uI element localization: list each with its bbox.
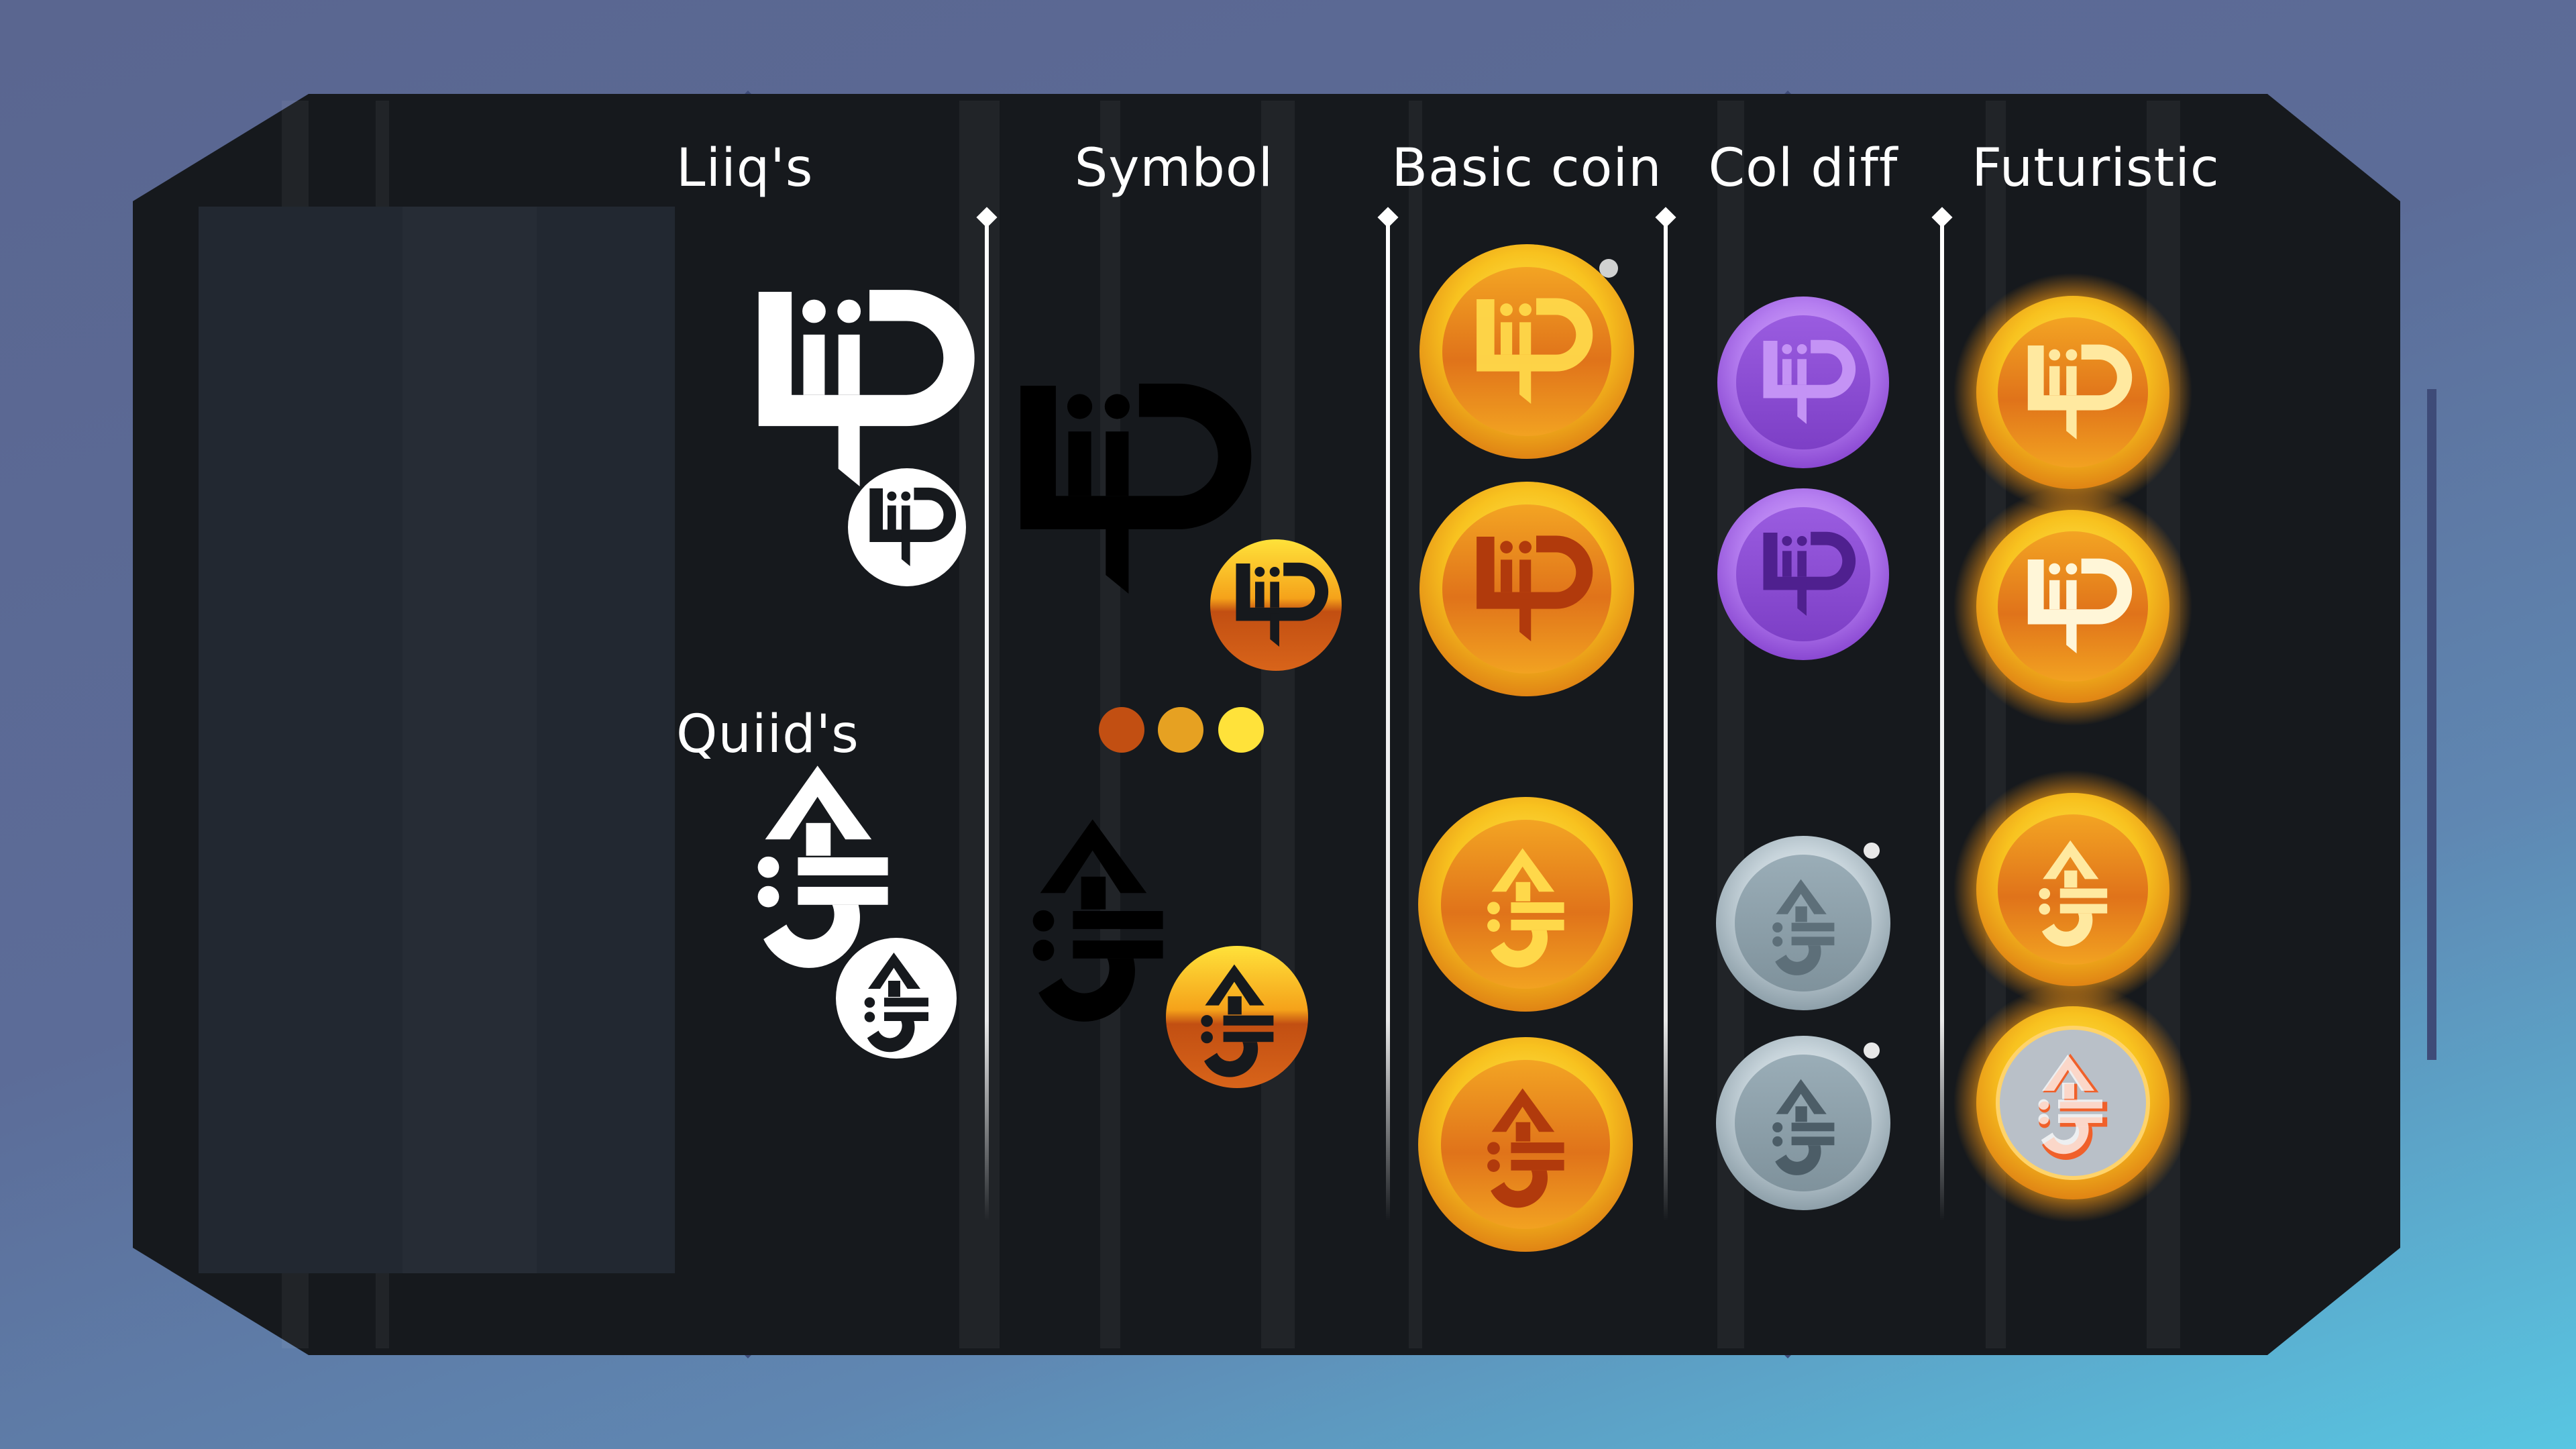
header-symbol: Symbol [1074,138,1274,199]
basic-coin-liiq-1 [1419,244,1634,459]
color-swatch-dots [1099,707,1264,753]
purple-coin-liiq-1 [1717,297,1889,468]
quiid-badge-white [836,938,957,1059]
swatch-dark-orange [1099,707,1144,753]
swatch-yellow [1218,707,1264,753]
purple-coin-liiq-2 [1717,488,1889,660]
futuristic-coin-quiid-1 [1953,770,2192,1009]
futuristic-coin-liiq-2 [1953,487,2192,726]
liiq-symbol-badge [1210,539,1342,671]
header-liiqs: Liiq's [676,138,814,199]
basic-coin-liiq-2 [1419,482,1634,696]
liiq-badge-white [848,468,966,586]
silver-coin-quiid-1 [1716,836,1890,1010]
header-futuristic: Futuristic [1972,138,2220,199]
section-label-quiids: Quiid's [676,704,859,765]
header-basic-coin: Basic coin [1391,138,1662,199]
silver-coin-quiid-2 [1716,1036,1890,1210]
swatch-orange [1158,707,1203,753]
coin-design-sheet [133,91,2436,1358]
futuristic-coin-quiid-2 [1953,983,2192,1222]
futuristic-coin-liiq-1 [1953,273,2192,512]
header-col-diff: Col diff [1708,138,1898,199]
quiid-symbol-badge [1166,946,1308,1088]
basic-coin-quiid-1 [1418,797,1633,1012]
basic-coin-quiid-2 [1418,1037,1633,1252]
